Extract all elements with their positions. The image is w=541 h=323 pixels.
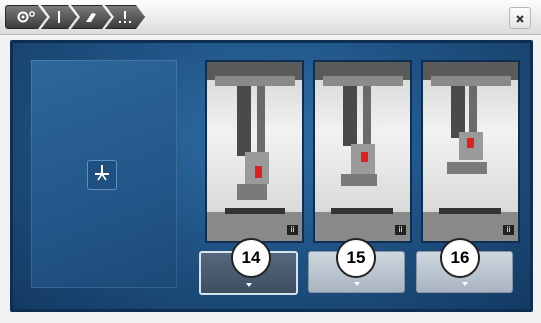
close-icon <box>515 9 525 28</box>
chevron-down-icon <box>245 283 252 287</box>
presser-foot-photo-15: ii <box>313 60 412 243</box>
presser-foot-icon <box>83 10 99 24</box>
info-icon: ii <box>395 225 406 235</box>
settings-icon <box>15 10 37 24</box>
presser-foot-selected-button[interactable] <box>87 160 117 190</box>
breadcrumb <box>5 5 139 29</box>
presser-foot-photo-16: ii <box>421 60 520 243</box>
breadcrumb-settings[interactable] <box>5 5 47 29</box>
presser-foot-photo-14: ii <box>205 60 304 243</box>
needle-position-icon <box>117 10 133 24</box>
breadcrumb-needle-position[interactable] <box>105 5 145 29</box>
main-panel: ii 14 ii 15 ii 16 <box>10 40 533 312</box>
app-window: ii 14 ii 15 ii 16 <box>0 0 541 323</box>
chevron-down-icon <box>353 282 360 286</box>
info-icon: ii <box>503 225 514 235</box>
top-bar <box>0 0 541 35</box>
info-icon: ii <box>287 225 298 235</box>
callout-number: 16 <box>440 238 480 278</box>
callout-number: 15 <box>336 238 376 278</box>
presser-foot-selected-icon <box>92 163 112 187</box>
callout-number: 14 <box>231 238 271 278</box>
current-selection-panel <box>31 60 177 288</box>
close-button[interactable] <box>509 7 531 29</box>
needle-icon <box>54 10 64 24</box>
chevron-down-icon <box>461 282 468 286</box>
breadcrumb-presser-foot[interactable] <box>71 5 111 29</box>
